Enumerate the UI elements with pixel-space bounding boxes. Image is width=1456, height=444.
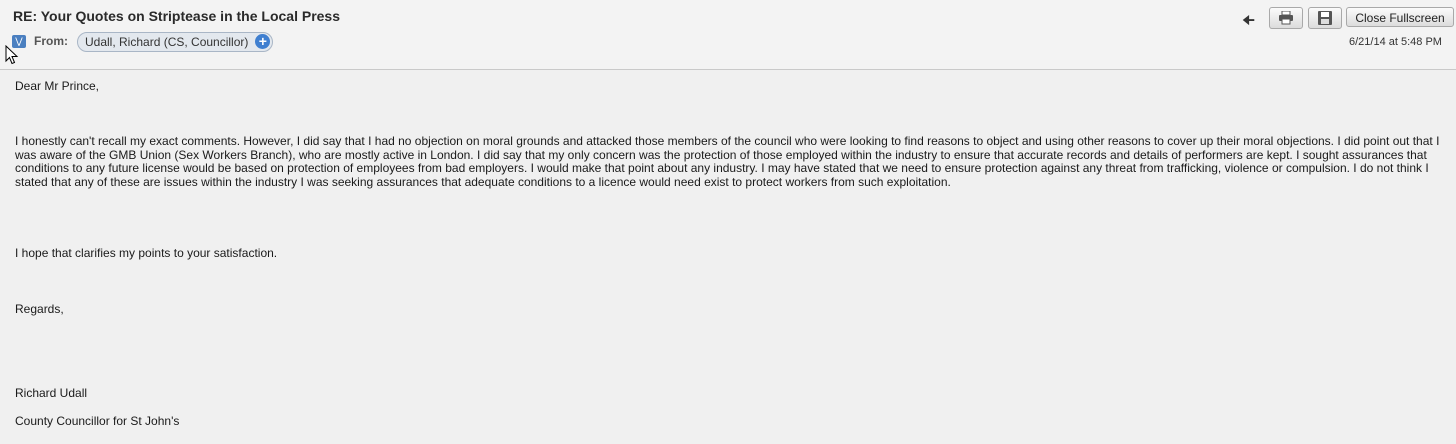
sender-chip[interactable]: Udall, Richard (CS, Councillor) +: [77, 32, 274, 52]
save-icon: [1318, 11, 1332, 25]
close-fullscreen-button[interactable]: Close Fullscreen: [1346, 7, 1454, 27]
sender-name: Udall, Richard (CS, Councillor): [85, 35, 249, 49]
email-paragraph-1: I honestly can't recall my exact comment…: [15, 134, 1440, 190]
email-greeting: Dear Mr Prince,: [15, 79, 100, 93]
save-button[interactable]: [1308, 7, 1342, 29]
print-button[interactable]: [1269, 7, 1303, 29]
email-paragraph-2: I hope that clarifies my points to your …: [15, 246, 278, 260]
signature-title: County Councillor for St John's: [15, 414, 180, 428]
mouse-cursor-icon: [5, 45, 19, 65]
signature-name: Richard Udall: [15, 386, 88, 400]
from-label: From:: [34, 34, 68, 48]
printer-icon: [1279, 11, 1293, 25]
email-timestamp: 6/21/14 at 5:48 PM: [1349, 36, 1442, 48]
plus-icon[interactable]: +: [255, 34, 271, 49]
back-arrow-icon[interactable]: 🠈: [1242, 10, 1255, 34]
email-header: RE: Your Quotes on Striptease in the Loc…: [0, 0, 1456, 70]
email-subject: RE: Your Quotes on Striptease in the Loc…: [13, 8, 341, 24]
email-signoff: Regards,: [15, 302, 64, 316]
